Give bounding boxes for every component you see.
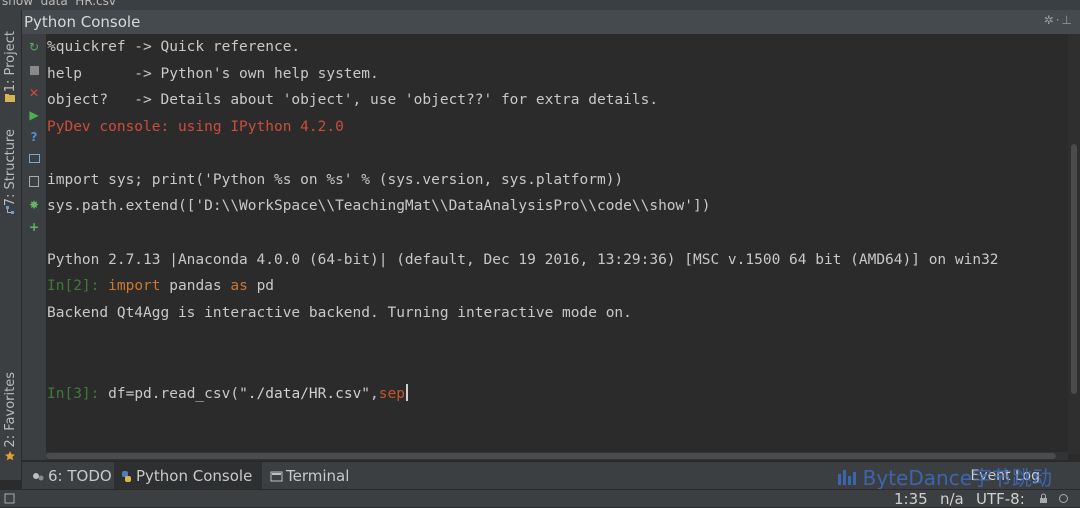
- vertical-scrollbar[interactable]: [1068, 34, 1080, 454]
- tab-todo-label: 6: TODO: [48, 467, 112, 485]
- tab-structure-label: 7: Structure: [3, 129, 18, 207]
- horizontal-scrollbar[interactable]: [46, 452, 1068, 460]
- star-icon: [5, 451, 15, 461]
- input-comma: ,: [370, 386, 379, 402]
- panel-title: Python Console: [24, 13, 141, 31]
- cursor-position[interactable]: 1:35: [894, 490, 928, 508]
- watermark-text: ByteDance字节跳动: [862, 466, 1052, 490]
- left-tool-strip: 1: Project 7: Structure 2: Favorites: [0, 10, 22, 480]
- prompt-in3: In[3]:: [47, 386, 100, 402]
- import-sys-line: import sys; print('Python %s on %s' % (s…: [47, 172, 624, 188]
- tab-terminal-label: Terminal: [286, 467, 350, 485]
- status-bar: 1:35 n/a UTF-8:: [0, 489, 1080, 508]
- keyword-as: as: [230, 278, 248, 294]
- console-toolbar: ↻ ✕ ▶ ? ✸ +: [22, 34, 46, 460]
- editor-tabs-strip: show data HR.csv: [0, 0, 1080, 10]
- python-version-line: Python 2.7.13 |Anaconda 4.0.0 (64-bit)| …: [47, 252, 999, 268]
- sys-path-line: sys.path.extend(['D:\\WorkSpace\\Teachin…: [47, 198, 711, 214]
- text-caret: [405, 384, 408, 401]
- status-toggle-icon[interactable]: [4, 493, 15, 504]
- todo-icon: [33, 472, 44, 480]
- folder-icon: [5, 94, 15, 102]
- stop-icon[interactable]: [27, 64, 41, 78]
- module-alias: pd: [256, 278, 275, 294]
- bytedance-logo-icon: [837, 469, 856, 485]
- tab-project-label: 1: Project: [3, 31, 18, 93]
- input-code: df=pd.read_csv(: [108, 386, 240, 402]
- tab-python-console[interactable]: Python Console: [114, 462, 262, 490]
- line-separator[interactable]: n/a: [940, 490, 964, 508]
- tab-favorites-label: 2: Favorites: [3, 372, 18, 448]
- vertical-scroll-thumb[interactable]: [1071, 144, 1077, 394]
- bottom-tool-bar: 6: TODO Python Console Terminal Event Lo…: [22, 461, 1080, 490]
- editor-tabs-text: show data HR.csv: [2, 0, 116, 8]
- input-line-2: In[2]: import pandas as pd: [47, 278, 274, 294]
- file-encoding[interactable]: UTF-8:: [976, 490, 1025, 508]
- console-output[interactable]: %quickref -> Quick reference. help -> Py…: [46, 34, 1068, 454]
- debug-icon[interactable]: ✸: [27, 198, 41, 212]
- bytedance-watermark: ByteDance字节跳动: [837, 462, 1052, 491]
- history-icon[interactable]: [27, 176, 41, 190]
- help-line-help: help -> Python's own help system.: [47, 66, 379, 82]
- tab-project[interactable]: 1: Project: [0, 16, 21, 108]
- tab-favorites[interactable]: 2: Favorites: [0, 356, 21, 464]
- add-icon[interactable]: +: [27, 220, 41, 234]
- module-name: pandas: [169, 278, 222, 294]
- lock-icon[interactable]: [1038, 493, 1049, 504]
- tab-terminal[interactable]: Terminal: [264, 462, 357, 490]
- input-string: "./data/HR.csv": [239, 386, 371, 402]
- python-icon: [122, 470, 131, 482]
- tab-python-console-label: Python Console: [136, 467, 253, 485]
- variables-icon[interactable]: [27, 152, 41, 166]
- input-line-3[interactable]: In[3]: df=pd.read_csv("./data/HR.csv",se…: [47, 384, 408, 402]
- help-line-object: object? -> Details about 'object', use '…: [47, 92, 659, 108]
- terminal-icon: [270, 471, 283, 481]
- pydev-banner: PyDev console: using IPython 4.2.0: [47, 119, 344, 135]
- run-icon[interactable]: ▶: [27, 108, 41, 122]
- close-icon[interactable]: ✕: [27, 86, 41, 100]
- backend-line: Backend Qt4Agg is interactive backend. T…: [47, 305, 632, 321]
- tab-todo[interactable]: 6: TODO: [26, 462, 120, 490]
- inspector-icon[interactable]: [1058, 493, 1069, 504]
- prompt-in2: In[2]:: [47, 278, 100, 294]
- horizontal-scroll-thumb[interactable]: [46, 453, 1056, 459]
- help-icon[interactable]: ?: [27, 130, 41, 144]
- console-title-bar: Python Console ✲·⊥: [22, 10, 1080, 34]
- rerun-icon[interactable]: ↻: [27, 40, 41, 54]
- keyword-import: import: [108, 278, 161, 294]
- help-line-quickref: %quickref -> Quick reference.: [47, 39, 301, 55]
- input-sep: sep: [378, 386, 405, 402]
- tab-structure[interactable]: 7: Structure: [0, 118, 21, 218]
- settings-gear-icon[interactable]: ✲·⊥: [1044, 13, 1074, 27]
